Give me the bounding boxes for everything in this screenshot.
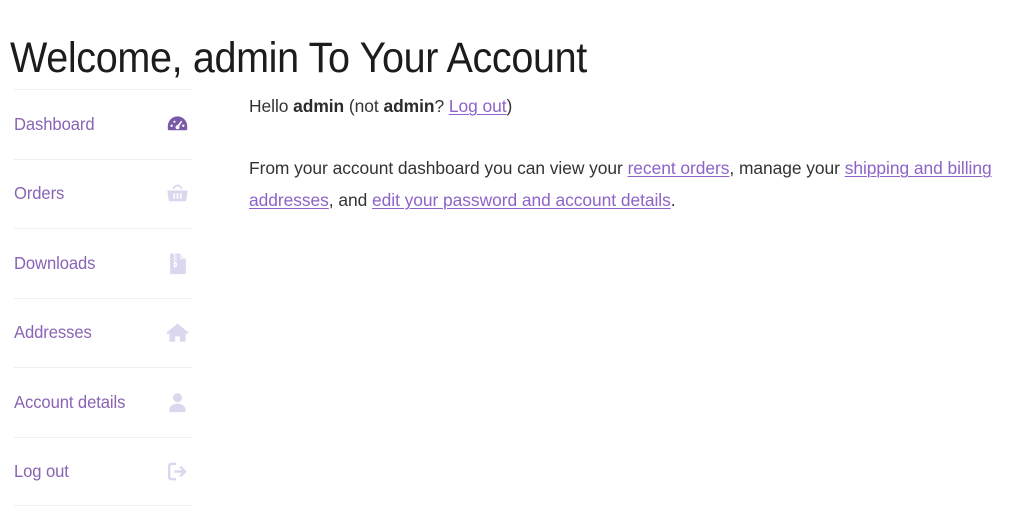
greeting-username: admin <box>293 96 345 116</box>
account-content: Hello admin (not admin? Log out) From yo… <box>249 90 1011 216</box>
greeting-hello: Hello <box>249 96 294 116</box>
sidebar-item-log-out[interactable]: Log out <box>14 436 192 506</box>
edit-account-details-link[interactable]: edit your password and account details <box>372 190 671 210</box>
sidebar-item-label: Downloads <box>14 252 96 273</box>
sidebar-item-label: Dashboard <box>14 113 95 134</box>
log-out-link[interactable]: Log out <box>449 96 507 116</box>
intro-text-1: From your account dashboard you can view… <box>249 158 628 178</box>
sidebar-item-dashboard[interactable]: Dashboard <box>14 89 192 159</box>
greeting-not-username: admin <box>383 96 435 116</box>
account-page: Welcome, admin To Your Account Dashboard… <box>0 0 1024 512</box>
sidebar-item-label: Log out <box>14 460 69 481</box>
intro-text-2: , manage your <box>729 158 845 178</box>
greeting-paragraph: Hello admin (not admin? Log out) <box>249 90 1011 122</box>
intro-paragraph: From your account dashboard you can view… <box>249 152 1011 216</box>
house-icon <box>164 320 190 346</box>
gauge-icon <box>164 111 190 137</box>
sidebar-item-addresses[interactable]: Addresses <box>14 297 192 368</box>
sidebar-item-label: Orders <box>14 183 65 204</box>
intro-text-4: . <box>670 190 676 210</box>
sign-out-icon <box>164 458 190 484</box>
sidebar-item-label: Account details <box>14 391 126 412</box>
sidebar-item-account-details[interactable]: Account details <box>14 367 192 437</box>
sidebar-item-label: Addresses <box>14 322 92 343</box>
recent-orders-link[interactable]: recent orders <box>628 158 730 178</box>
sidebar-item-downloads[interactable]: Downloads <box>14 228 192 298</box>
person-icon <box>164 389 190 415</box>
intro-text-3: , and <box>328 190 373 210</box>
page-title: Welcome, admin To Your Account <box>10 33 587 82</box>
greeting-close: ) <box>506 96 513 116</box>
greeting-question: ? <box>434 96 449 116</box>
sidebar-item-orders[interactable]: Orders <box>14 158 192 229</box>
greeting-not-open: (not <box>344 96 384 116</box>
basket-icon <box>164 181 190 207</box>
zip-file-icon <box>164 250 190 276</box>
account-navigation: Dashboard Orders Downloads Addresses Acc… <box>14 89 192 506</box>
